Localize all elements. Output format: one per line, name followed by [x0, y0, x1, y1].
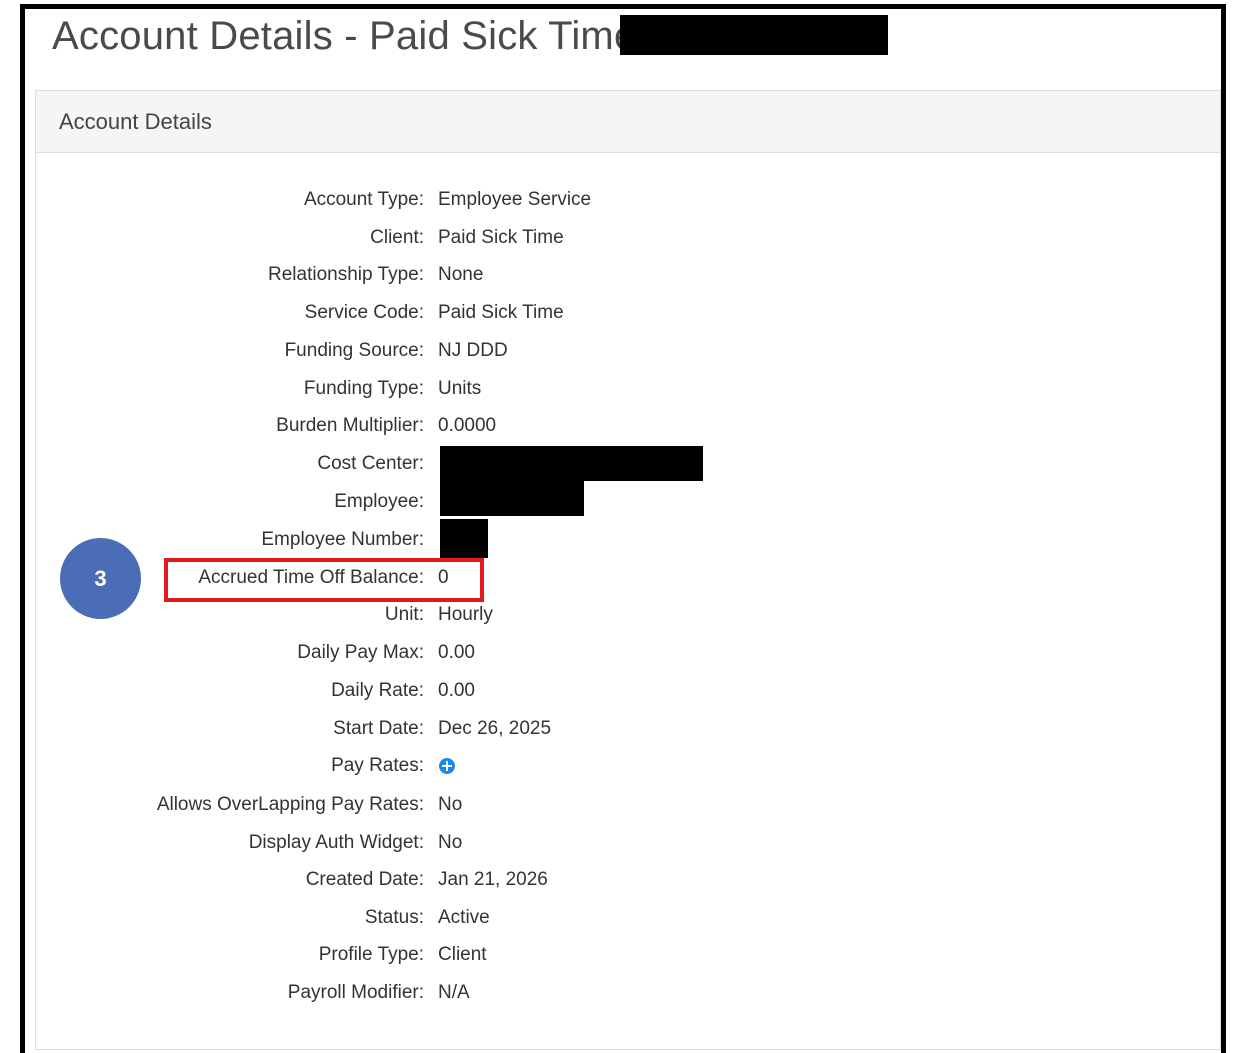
- detail-value: Dec 26, 2025: [438, 718, 552, 739]
- detail-value: Paid Sick Time: [438, 227, 564, 248]
- page-title: Account Details - Paid Sick Time/: [52, 14, 648, 58]
- detail-label: Cost Center:: [317, 453, 424, 474]
- detail-row-created-date: Created Date: Jan 21, 2026: [0, 867, 900, 893]
- detail-row-client: Client: Paid Sick Time: [0, 225, 900, 251]
- detail-value: 0.0000: [438, 415, 497, 436]
- detail-value: No: [438, 832, 463, 853]
- step-number-badge: 3: [60, 538, 141, 619]
- detail-label: Funding Type:: [303, 378, 424, 399]
- detail-label: Payroll Modifier:: [287, 982, 424, 1003]
- detail-label: Start Date:: [333, 718, 424, 739]
- detail-label: Allows OverLapping Pay Rates:: [156, 794, 424, 815]
- detail-row-daily-pay-max: Daily Pay Max: 0.00: [0, 640, 900, 666]
- detail-value: Jan 21, 2026: [438, 869, 548, 890]
- detail-label: Burden Multiplier:: [276, 415, 424, 436]
- detail-value: 0.00: [438, 642, 475, 663]
- detail-label: Daily Pay Max:: [297, 642, 424, 663]
- detail-value: Active: [438, 907, 490, 928]
- panel-heading: Account Details: [36, 91, 1220, 153]
- detail-label: Funding Source:: [284, 340, 424, 361]
- detail-value: Hourly: [438, 604, 493, 625]
- detail-label: Client:: [370, 227, 424, 248]
- detail-row-funding-type: Funding Type: Units: [0, 376, 900, 402]
- detail-row-funding-source: Funding Source: NJ DDD: [0, 338, 900, 364]
- detail-row-profile-type: Profile Type: Client: [0, 942, 900, 968]
- detail-label: Unit:: [384, 604, 424, 625]
- redacted-title-name: [620, 15, 888, 55]
- detail-label: Display Auth Widget:: [248, 832, 424, 853]
- detail-value: Employee Service: [438, 189, 592, 210]
- detail-row-account-type: Account Type: Employee Service: [0, 187, 900, 213]
- detail-row-burden-multiplier: Burden Multiplier: 0.0000: [0, 413, 900, 439]
- detail-label: Employee Number:: [261, 529, 424, 550]
- detail-label: Created Date:: [305, 869, 424, 890]
- detail-value: N/A: [438, 982, 470, 1003]
- detail-label: Relationship Type:: [268, 264, 424, 285]
- redacted-employee: [440, 481, 584, 516]
- highlight-box: [164, 558, 484, 602]
- plus-circle-icon[interactable]: [439, 758, 455, 774]
- detail-row-unit: Unit: Hourly: [0, 602, 900, 628]
- detail-value: 0.00: [438, 680, 475, 701]
- detail-row-service-code: Service Code: Paid Sick Time: [0, 300, 900, 326]
- detail-label: Account Type:: [303, 189, 424, 210]
- detail-label: Employee:: [334, 491, 424, 512]
- detail-row-payroll-modifier: Payroll Modifier: N/A: [0, 980, 900, 1006]
- detail-row-allows-overlapping-pay-rates: Allows OverLapping Pay Rates: No: [0, 792, 900, 818]
- detail-row-display-auth-widget: Display Auth Widget: No: [0, 830, 900, 856]
- detail-row-start-date: Start Date: Dec 26, 2025: [0, 716, 900, 742]
- detail-value: None: [438, 264, 484, 285]
- detail-label: Pay Rates:: [331, 755, 424, 776]
- detail-label: Service Code:: [304, 302, 424, 323]
- detail-label: Profile Type:: [318, 944, 424, 965]
- detail-value: Units: [438, 378, 482, 399]
- detail-label: Status:: [364, 907, 424, 928]
- detail-row-relationship-type: Relationship Type: None: [0, 262, 900, 288]
- redacted-employee-number: [440, 519, 488, 558]
- detail-label: Daily Rate:: [331, 680, 424, 701]
- redacted-cost-center: [440, 446, 703, 481]
- detail-row-status: Status: Active: [0, 905, 900, 931]
- detail-value: No: [438, 794, 463, 815]
- detail-row-daily-rate: Daily Rate: 0.00: [0, 678, 900, 704]
- detail-value: NJ DDD: [438, 340, 508, 361]
- detail-value: Paid Sick Time: [438, 302, 564, 323]
- detail-value: Client: [438, 944, 487, 965]
